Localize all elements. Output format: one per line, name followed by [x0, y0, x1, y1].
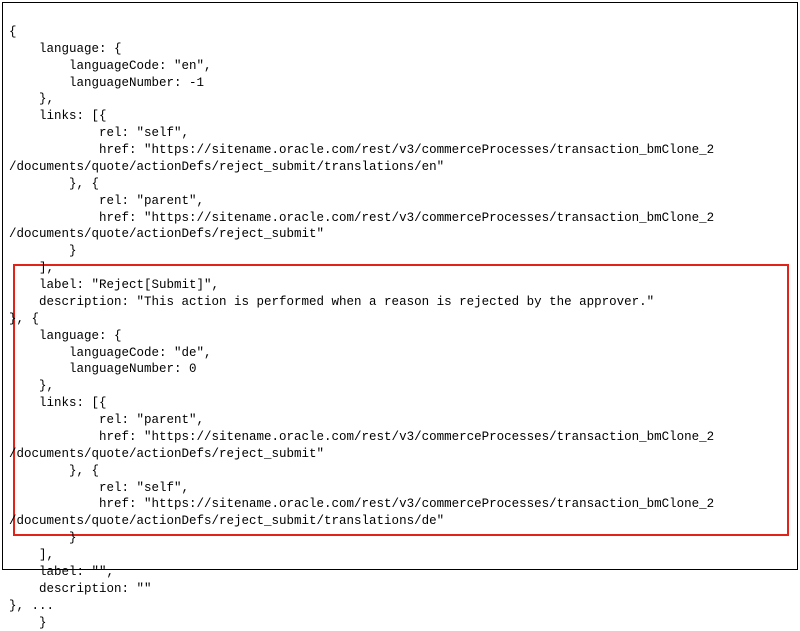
- code-line: {: [9, 25, 17, 39]
- code-line: description: "": [9, 582, 152, 596]
- code-line: /documents/quote/actionDefs/reject_submi…: [9, 160, 444, 174]
- code-line: links: [{: [9, 109, 107, 123]
- code-line: }, {: [9, 312, 39, 326]
- code-line: href: "https://sitename.oracle.com/rest/…: [9, 497, 714, 511]
- code-line: }, ...: [9, 599, 54, 613]
- code-line: ],: [9, 548, 54, 562]
- code-line: languageNumber: 0: [9, 362, 197, 376]
- code-line: href: "https://sitename.oracle.com/rest/…: [9, 430, 714, 444]
- code-line: ],: [9, 261, 54, 275]
- code-line: rel: "parent",: [9, 194, 204, 208]
- code-line: }: [9, 531, 77, 545]
- code-line: }, {: [9, 464, 99, 478]
- code-line: languageNumber: -1: [9, 76, 204, 90]
- code-line: href: "https://sitename.oracle.com/rest/…: [9, 211, 714, 225]
- code-line: rel: "self",: [9, 481, 189, 495]
- code-container: { language: { languageCode: "en", langua…: [2, 2, 798, 570]
- code-line: /documents/quote/actionDefs/reject_submi…: [9, 447, 324, 461]
- code-block: { language: { languageCode: "en", langua…: [9, 7, 791, 631]
- code-line: /documents/quote/actionDefs/reject_submi…: [9, 227, 324, 241]
- code-line: },: [9, 379, 54, 393]
- code-line: description: "This action is performed w…: [9, 295, 654, 309]
- code-line: /documents/quote/actionDefs/reject_submi…: [9, 514, 444, 528]
- code-line: href: "https://sitename.oracle.com/rest/…: [9, 143, 714, 157]
- code-line: rel: "self",: [9, 126, 189, 140]
- code-line: rel: "parent",: [9, 413, 204, 427]
- code-line: },: [9, 92, 54, 106]
- code-line: }: [9, 616, 47, 630]
- code-line: language: {: [9, 42, 122, 56]
- code-line: languageCode: "de",: [9, 346, 212, 360]
- code-line: label: "Reject[Submit]",: [9, 278, 219, 292]
- code-line: links: [{: [9, 396, 107, 410]
- code-line: }, {: [9, 177, 99, 191]
- code-line: languageCode: "en",: [9, 59, 212, 73]
- code-line: }: [9, 244, 77, 258]
- code-line: language: {: [9, 329, 122, 343]
